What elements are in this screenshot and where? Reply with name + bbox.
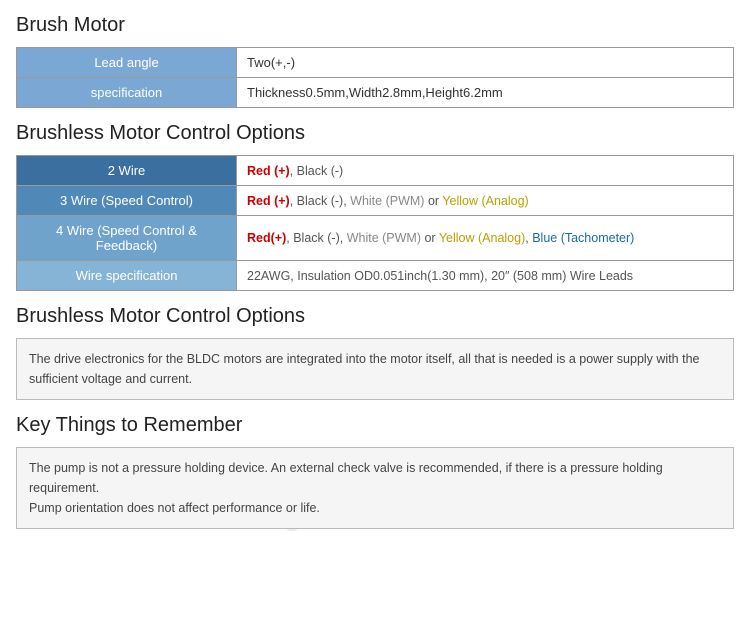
2wire-label: 2 Wire: [17, 156, 237, 186]
white-text: White (PWM): [350, 194, 424, 208]
lead-angle-value: Two(+,-): [237, 48, 734, 78]
table-row: specification Thickness0.5mm,Width2.8mm,…: [17, 78, 734, 108]
table-row: 4 Wire (Speed Control & Feedback) Red(+)…: [17, 216, 734, 261]
red-text: Red (+): [247, 194, 290, 208]
4wire-value: Red(+), Black (-), White (PWM) or Yellow…: [237, 216, 734, 261]
table-row: Lead angle Two(+,-): [17, 48, 734, 78]
table-row: Wire specification 22AWG, Insulation OD0…: [17, 261, 734, 291]
yellow-text: Yellow (Analog): [442, 194, 528, 208]
lead-angle-label: Lead angle: [17, 48, 237, 78]
specification-value: Thickness0.5mm,Width2.8mm,Height6.2mm: [237, 78, 734, 108]
wire-spec-value: 22AWG, Insulation OD0.051inch(1.30 mm), …: [237, 261, 734, 291]
key-things-line-2: Pump orientation does not affect perform…: [29, 498, 721, 518]
key-things-box: The pump is not a pressure holding devic…: [16, 447, 734, 529]
brush-motor-table: Lead angle Two(+,-) specification Thickn…: [16, 47, 734, 108]
yellow-text: Yellow (Analog): [439, 231, 525, 245]
3wire-label: 3 Wire (Speed Control): [17, 186, 237, 216]
brushless-info-text: The drive electronics for the BLDC motor…: [29, 349, 721, 389]
black-text: Black (-): [293, 231, 340, 245]
table-row: 3 Wire (Speed Control) Red (+), Black (-…: [17, 186, 734, 216]
red-text: Red (+): [247, 164, 290, 178]
brushless-info-title: Brushless Motor Control Options: [16, 305, 734, 330]
blue-text: Blue (Tachometer): [532, 231, 634, 245]
black-text: Black (-): [297, 194, 344, 208]
red-text: Red(+): [247, 231, 286, 245]
wire-spec-label: Wire specification: [17, 261, 237, 291]
white-text: White (PWM): [347, 231, 421, 245]
brushless-control-table: 2 Wire Red (+), Black (-) 3 Wire (Speed …: [16, 155, 734, 291]
key-things-title: Key Things to Remember: [16, 414, 734, 439]
key-things-line-1: The pump is not a pressure holding devic…: [29, 458, 721, 498]
brush-motor-title: Brush Motor: [16, 14, 734, 39]
brushless-control-table-title: Brushless Motor Control Options: [16, 122, 734, 147]
brushless-info-box: The drive electronics for the BLDC motor…: [16, 338, 734, 400]
4wire-label: 4 Wire (Speed Control & Feedback): [17, 216, 237, 261]
2wire-value: Red (+), Black (-): [237, 156, 734, 186]
3wire-value: Red (+), Black (-), White (PWM) or Yello…: [237, 186, 734, 216]
table-row: 2 Wire Red (+), Black (-): [17, 156, 734, 186]
specification-label: specification: [17, 78, 237, 108]
black-text: Black (-): [297, 164, 344, 178]
